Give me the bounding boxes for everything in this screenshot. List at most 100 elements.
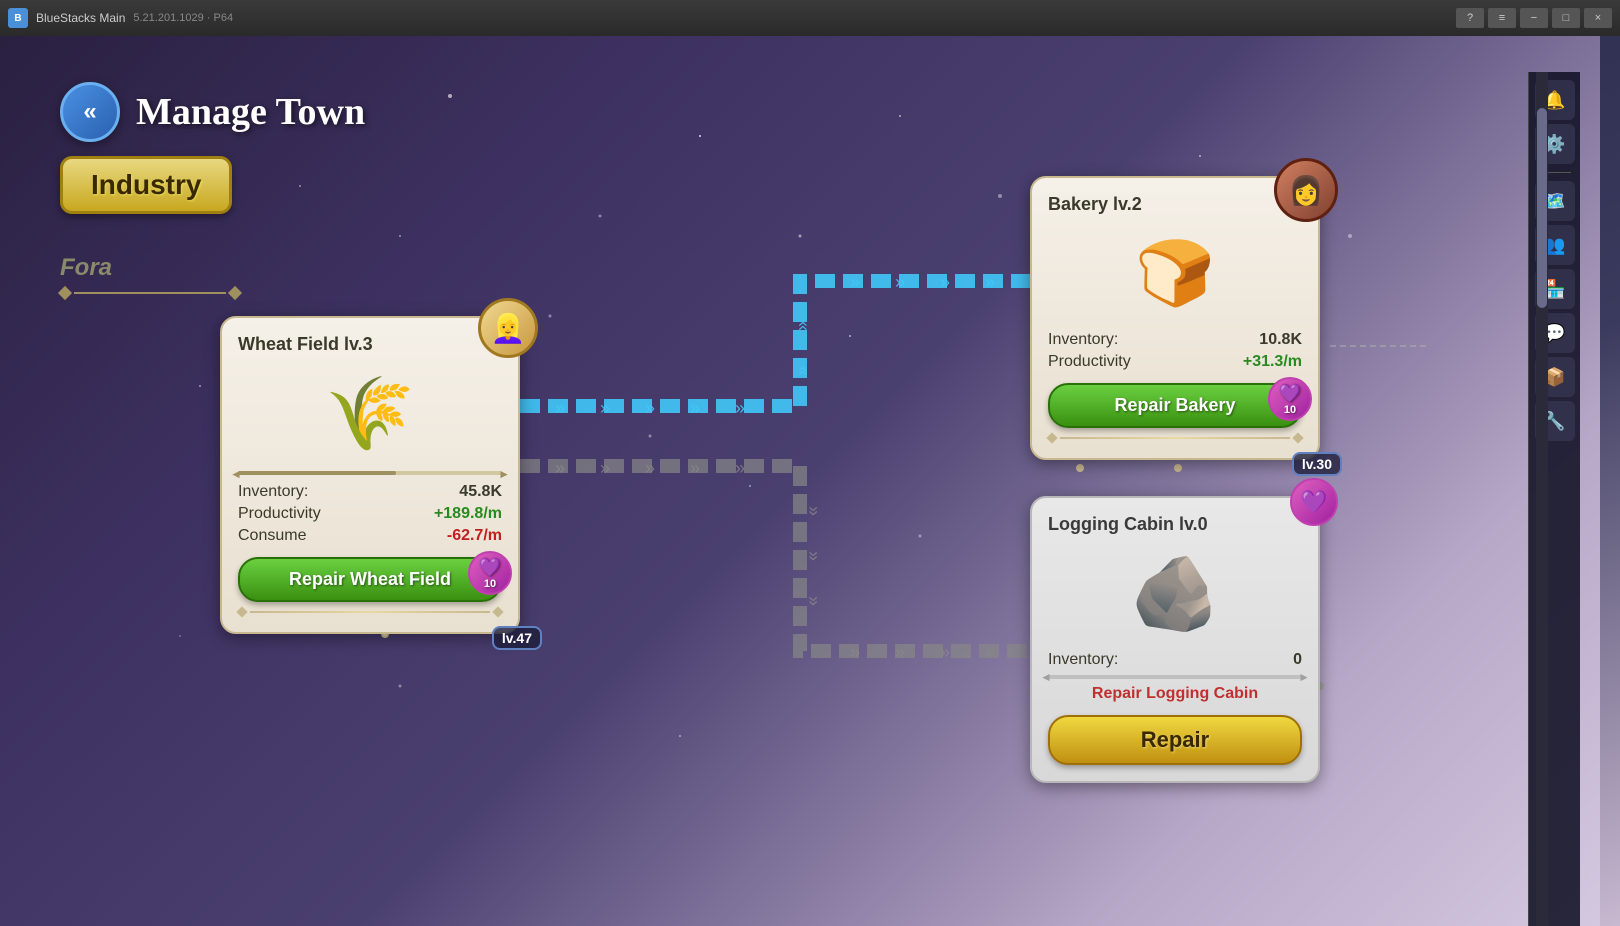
- minimize-button[interactable]: −: [1520, 8, 1548, 28]
- bakery-card: 👩 lv.30 Bakery lv.2 🍞 Inventory: 10.8K P…: [1030, 176, 1320, 460]
- svg-text:»: »: [690, 398, 700, 418]
- svg-text:»: »: [940, 272, 950, 292]
- svg-text:»: »: [735, 458, 745, 478]
- svg-text:»: »: [645, 398, 655, 418]
- repair-logging-button[interactable]: Repair: [1048, 715, 1302, 765]
- bakery-deco-right: [1292, 432, 1303, 443]
- fora-line-bar: [74, 292, 226, 294]
- svg-text:»: »: [985, 642, 995, 662]
- logging-inventory-label: Inventory:: [1048, 651, 1118, 669]
- wheat-productivity-row: Productivity +189.8/m: [238, 505, 502, 523]
- wheat-consume-label: Consume: [238, 527, 306, 545]
- app-icon: B: [8, 8, 28, 28]
- page-title-area: « Manage Town: [60, 82, 365, 142]
- svg-text:»: »: [850, 272, 860, 292]
- repair-bakery-button[interactable]: Repair Bakery 💜 10: [1048, 383, 1302, 428]
- bakery-inventory-label: Inventory:: [1048, 331, 1118, 349]
- bakery-productivity-label: Productivity: [1048, 353, 1131, 371]
- bakery-cost-badge: 💜 10: [1268, 377, 1312, 421]
- help-button[interactable]: ?: [1456, 8, 1484, 28]
- logging-inventory-bar: ◄ ►: [1048, 675, 1302, 679]
- logging-gem-badge: 💜: [1290, 478, 1338, 526]
- wheat-icon-area: 🌾: [238, 363, 502, 463]
- game-area: » » » » » » » » » » » » » » » » » » » » …: [0, 36, 1600, 926]
- svg-text:»: »: [804, 551, 824, 561]
- wheat-consume-row: Consume -62.7/m: [238, 527, 502, 545]
- maximize-button[interactable]: □: [1552, 8, 1580, 28]
- logging-gem-icon: 💜: [1300, 489, 1327, 515]
- svg-text:»: »: [690, 458, 700, 478]
- svg-text:»: »: [555, 458, 565, 478]
- fora-label: Fora: [60, 254, 112, 282]
- wheat-cost-gem: 💜: [479, 557, 501, 578]
- bakery-deco-line: [1060, 437, 1290, 439]
- wheat-inventory-row: Inventory: 45.8K: [238, 483, 502, 501]
- bakery-inventory-value: 10.8K: [1259, 331, 1302, 349]
- title-bar: B BlueStacks Main 5.21.201.1029 · P64 ? …: [0, 0, 1620, 36]
- wheat-inventory-label: Inventory:: [238, 483, 308, 501]
- wheat-inventory-value: 45.8K: [459, 483, 502, 501]
- logging-card-header: Logging Cabin lv.0: [1048, 514, 1302, 535]
- bakery-icon: 🍞: [1135, 236, 1215, 311]
- bakery-deco-left: [1046, 432, 1057, 443]
- bakery-cost-gem: 💜: [1279, 383, 1301, 404]
- svg-text:»: »: [804, 506, 824, 516]
- window-controls: ? ≡ − □ ×: [1456, 8, 1612, 28]
- menu-button[interactable]: ≡: [1488, 8, 1516, 28]
- deco-diamond-right: [492, 606, 503, 617]
- bakery-inventory-row: Inventory: 10.8K: [1048, 331, 1302, 349]
- svg-text:»: »: [555, 398, 565, 418]
- logging-icon-area: 🪨: [1048, 543, 1302, 643]
- fora-diamond-left: [58, 285, 72, 299]
- inventory-arrow-right: ►: [498, 467, 510, 481]
- wheat-icon: 🌾: [325, 371, 415, 456]
- logging-icon: 🪨: [1130, 551, 1220, 636]
- bakery-avatar: 👩: [1274, 158, 1338, 222]
- deco-line: [250, 611, 490, 613]
- wheat-consume-value: -62.7/m: [447, 527, 502, 545]
- scrollbar-thumb[interactable]: [1537, 108, 1547, 308]
- wheat-avatar-face: 👱‍♀️: [491, 312, 526, 345]
- wheat-avatar: 👱‍♀️: [478, 298, 538, 358]
- wheat-cost-num: 10: [484, 578, 496, 590]
- wheat-card-header: Wheat Field lv.3: [238, 334, 502, 355]
- logging-cabin-card: 💜 Logging Cabin lv.0 🪨 Inventory: 0 ◄ ► …: [1030, 496, 1320, 783]
- wheat-productivity-value: +189.8/m: [434, 505, 502, 523]
- svg-text:»: »: [895, 272, 905, 292]
- svg-text:»: »: [600, 398, 610, 418]
- bakery-icon-area: 🍞: [1048, 223, 1302, 323]
- fora-line: [60, 291, 240, 294]
- bakery-card-decoration: [1048, 434, 1302, 442]
- logging-inventory-row: Inventory: 0: [1048, 651, 1302, 669]
- wheat-cost-badge: 💜 10: [468, 551, 512, 595]
- logging-repair-label: Repair Logging Cabin: [1048, 685, 1302, 703]
- app-name: BlueStacks Main: [36, 11, 125, 25]
- svg-text:»: »: [985, 272, 995, 292]
- close-button[interactable]: ×: [1584, 8, 1612, 28]
- industry-badge[interactable]: Industry: [60, 156, 232, 214]
- page-title: Manage Town: [136, 90, 365, 134]
- wheat-inventory-bar: ◄ ►: [238, 471, 502, 475]
- svg-text:»: »: [792, 366, 812, 376]
- logging-inventory-value: 0: [1293, 651, 1302, 669]
- deco-diamond-left: [236, 606, 247, 617]
- bakery-avatar-face: 👩: [1289, 174, 1324, 207]
- repair-wheat-button[interactable]: Repair Wheat Field 💜 10: [238, 557, 502, 602]
- svg-text:»: »: [645, 458, 655, 478]
- svg-text:»: »: [940, 642, 950, 662]
- bakery-card-header: Bakery lv.2: [1048, 194, 1302, 215]
- svg-text:»: »: [895, 642, 905, 662]
- bakery-productivity-row: Productivity +31.3/m: [1048, 353, 1302, 371]
- bakery-cost-num: 10: [1284, 404, 1296, 416]
- wheat-avatar-level: lv.47: [492, 626, 542, 650]
- bakery-productivity-value: +31.3/m: [1243, 353, 1302, 371]
- wheat-field-card: 👱‍♀️ lv.47 Wheat Field lv.3 🌾 ◄ ► Invent…: [220, 316, 520, 634]
- inventory-arrow-left: ◄: [230, 467, 242, 481]
- wheat-card-decoration: [238, 608, 502, 616]
- svg-text:»: »: [804, 596, 824, 606]
- logging-bar-left: ◄: [1040, 670, 1052, 684]
- wheat-productivity-label: Productivity: [238, 505, 321, 523]
- back-button[interactable]: «: [60, 82, 120, 142]
- app-version: 5.21.201.1029 · P64: [133, 12, 233, 24]
- svg-text:»: »: [735, 398, 745, 418]
